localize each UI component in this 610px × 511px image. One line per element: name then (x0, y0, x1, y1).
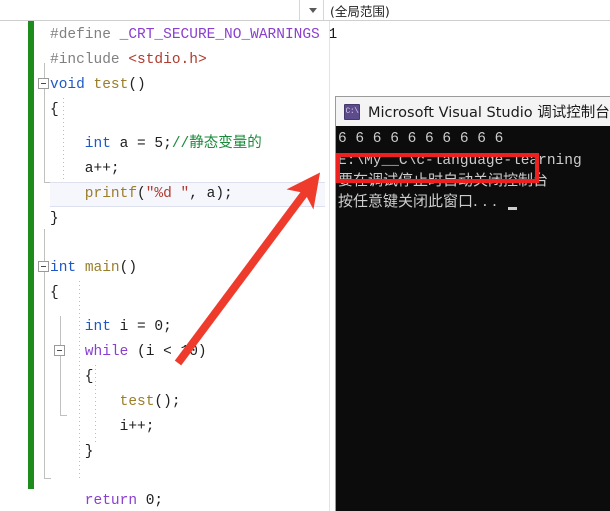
console-output-numbers: 6 6 6 6 6 6 6 6 6 6 (338, 131, 504, 147)
line-int-main[interactable]: int main() (50, 256, 137, 281)
line-include[interactable]: #include <stdio.h> (50, 48, 207, 73)
code-token: int (50, 319, 120, 335)
console-cursor (508, 207, 517, 210)
code-token: (); (154, 394, 181, 410)
code-token: , a); (189, 186, 233, 202)
member-selector-cell[interactable] (0, 0, 300, 20)
code-token: () (128, 77, 146, 93)
code-token: a = 5; (119, 136, 172, 152)
line-void-test[interactable]: void test() (50, 73, 146, 98)
change-tracking-bar (28, 21, 34, 489)
editor-top-navigation-bar: (全局范围) (0, 0, 610, 21)
code-token: ( (137, 186, 146, 202)
chevron-down-icon[interactable] (302, 0, 324, 20)
output-highlight-rectangle (336, 153, 539, 183)
line-open-brace-test[interactable]: { (50, 98, 59, 123)
code-token: printf (50, 186, 138, 202)
code-token: void (50, 77, 94, 93)
console-title-text: Microsoft Visual Studio 调试控制台 (368, 105, 610, 121)
code-token: { (50, 102, 59, 118)
line-open-brace-while[interactable]: { (50, 365, 94, 390)
caret-shape (308, 7, 317, 13)
scope-selector-label[interactable]: (全局范围) (330, 0, 390, 20)
code-token: main (84, 260, 120, 276)
code-token: int (50, 260, 85, 276)
console-title-bar[interactable]: C:\ Microsoft Visual Studio 调试控制台 (336, 97, 610, 126)
line-int-i[interactable]: int i = 0; (50, 315, 172, 340)
line-open-brace-main[interactable]: { (50, 281, 59, 306)
code-token: //静态变量的 (171, 136, 262, 152)
line-int-a[interactable]: int a = 5;//静态变量的 (50, 132, 262, 157)
code-token: #include (50, 52, 129, 68)
code-token: int (50, 136, 120, 152)
collapse-test[interactable] (38, 78, 49, 89)
editor-vertical-scrollbar-edge[interactable] (329, 21, 330, 511)
code-token: { (50, 285, 59, 301)
code-token: i++; (50, 419, 155, 435)
code-token: _CRT_SECURE_NO_WARNINGS (119, 27, 320, 43)
code-token: #define (50, 27, 120, 43)
console-icon-glyph: C:\ (345, 106, 359, 116)
code-token: while (50, 344, 138, 360)
code-token: 0; (145, 493, 164, 509)
console-app-icon: C:\ (344, 103, 360, 120)
code-token: return (50, 493, 146, 509)
code-token: test (93, 77, 129, 93)
line-call-test[interactable]: test(); (50, 390, 181, 415)
code-token: test (50, 394, 155, 410)
line-a-inc[interactable]: a++; (50, 157, 120, 182)
code-token: <stdio.h> (128, 52, 207, 68)
debug-console-window[interactable]: C:\ Microsoft Visual Studio 调试控制台 6 6 6 … (335, 96, 610, 511)
code-token: } (50, 444, 94, 460)
console-output-area[interactable]: 6 6 6 6 6 6 6 6 6 6 E:\My__C\c-language-l… (336, 126, 610, 511)
code-token: "%d " (145, 186, 190, 202)
outlining-guide-main-foot (44, 478, 51, 479)
code-token: () (119, 260, 138, 276)
line-printf[interactable]: printf("%d ", a); (50, 182, 233, 207)
line-return[interactable]: return 0; (50, 489, 163, 511)
line-i-inc[interactable]: i++; (50, 415, 155, 440)
code-token: (i < 10) (137, 344, 207, 360)
line-define[interactable]: #define _CRT_SECURE_NO_WARNINGS 1 (50, 23, 337, 48)
collapse-main[interactable] (38, 261, 49, 272)
console-anykey-line: 按任意键关闭此窗口. . . (338, 192, 497, 210)
line-close-brace-while[interactable]: } (50, 440, 94, 465)
code-token: a++; (50, 161, 120, 177)
code-token: i = 0; (119, 319, 172, 335)
line-while[interactable]: while (i < 10) (50, 340, 207, 365)
code-token: } (50, 211, 59, 227)
code-token: { (50, 369, 94, 385)
line-close-brace-test[interactable]: } (50, 207, 59, 232)
